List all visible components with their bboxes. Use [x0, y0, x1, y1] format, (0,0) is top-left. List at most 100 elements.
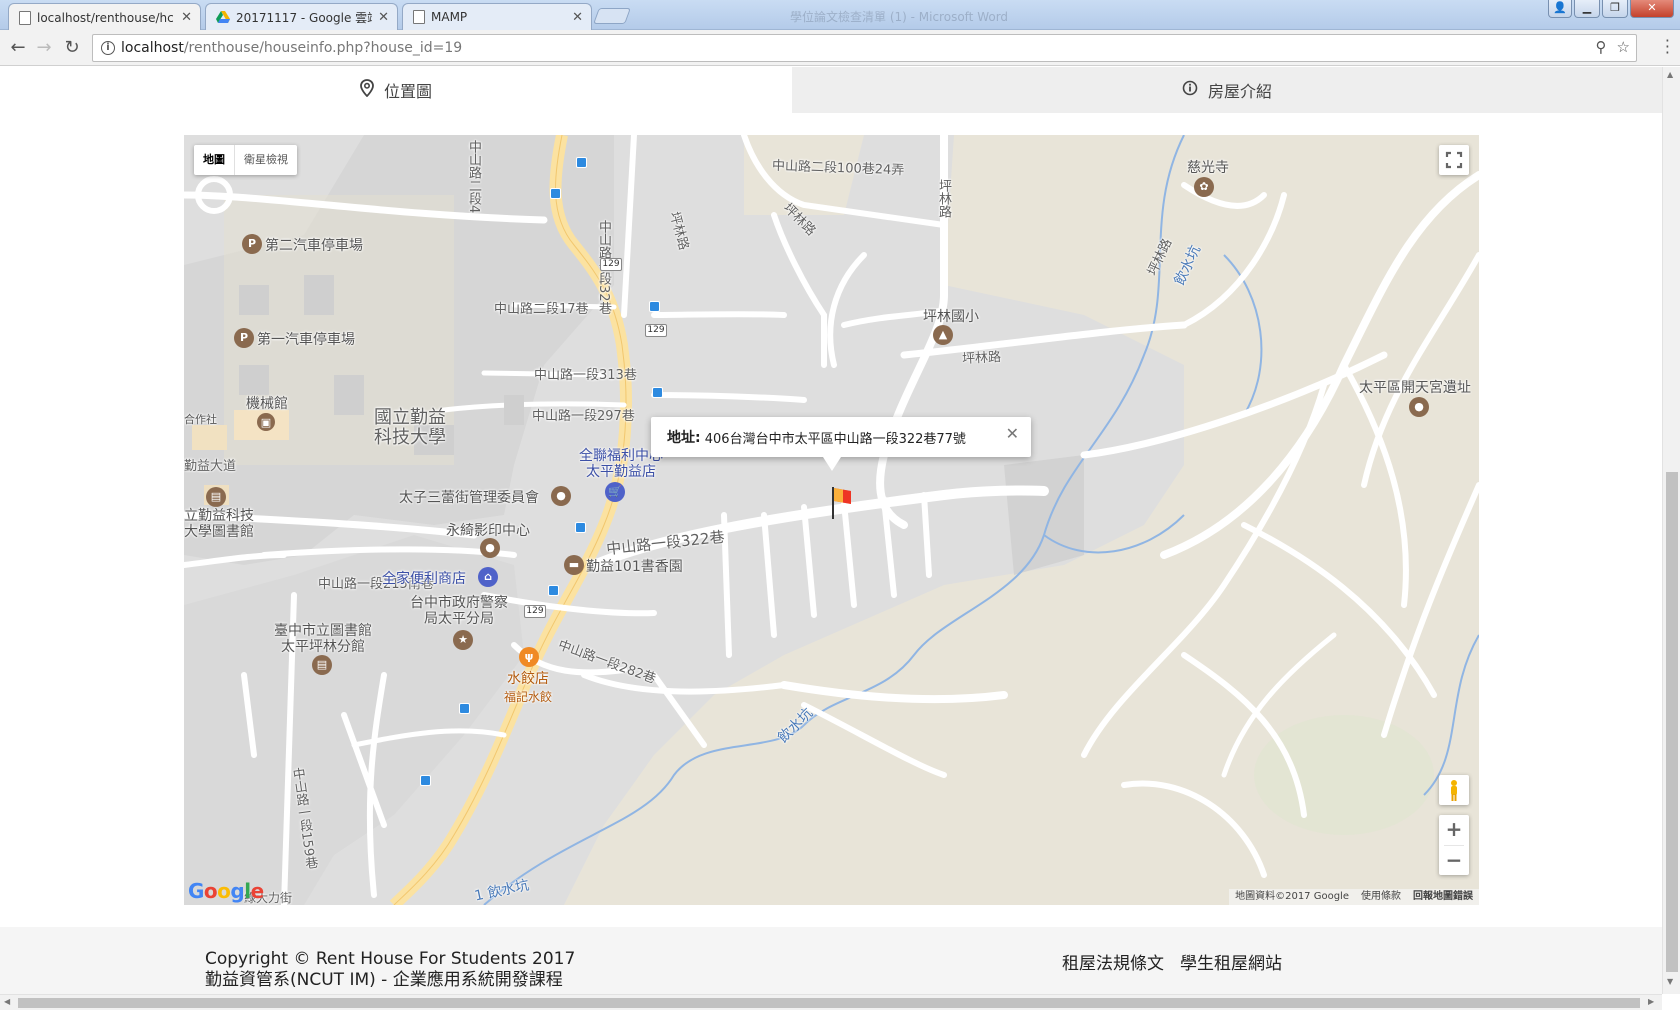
road-label: 中山路一段313巷	[534, 368, 637, 383]
address-label: 地址:	[667, 430, 701, 446]
parking-icon[interactable]: P	[234, 328, 254, 348]
forward-button[interactable]: →	[32, 36, 56, 60]
terms-link[interactable]: 使用條款	[1355, 889, 1407, 905]
poi-label: 太平區開天宮遺址	[1359, 380, 1471, 396]
bus-stop-icon[interactable]	[420, 775, 431, 786]
vertical-scrollbar[interactable]: ▲ ▼	[1662, 67, 1680, 994]
address-bar[interactable]: i localhost/renthouse/houseinfo.php?hous…	[92, 34, 1637, 62]
tab-location[interactable]: 位置圖	[0, 67, 792, 113]
window-controls: 👤 ▁ ❐ ✕	[1548, 0, 1674, 18]
convenience-store-icon[interactable]: ⌂	[478, 567, 498, 587]
poi-label: 坪林國小	[923, 309, 979, 325]
scroll-left-arrow-icon[interactable]: ◀	[4, 997, 10, 1006]
tab-house-intro-label: 房屋介紹	[1207, 82, 1272, 101]
close-icon[interactable]: ✕	[378, 10, 389, 25]
poi-label: 台中市政府警察 局太平分局	[410, 595, 508, 627]
url-host: localhost	[121, 40, 184, 56]
google-drive-icon	[216, 11, 230, 23]
zoom-magnifier-icon[interactable]: ⚲	[1596, 38, 1607, 56]
close-icon[interactable]: ✕	[1006, 424, 1019, 443]
user-icon[interactable]: 👤	[1548, 0, 1572, 18]
fullscreen-button[interactable]	[1439, 145, 1469, 175]
bus-stop-icon[interactable]	[649, 301, 660, 312]
map-pin-icon	[360, 79, 374, 101]
footer-link-rental-laws[interactable]: 租屋法規條文	[1062, 949, 1164, 974]
poi-label: 臺中市立圖書館 太平坪林分館	[274, 623, 372, 655]
poi-label: 第二汽車停車場	[265, 238, 363, 254]
road-label: 中山路一段297巷	[532, 409, 635, 424]
poi-label: 立勤益科技 大學圖書館	[184, 508, 254, 540]
house-flag-marker[interactable]	[831, 487, 853, 519]
browser-menu-icon[interactable]: · · ·	[1665, 33, 1670, 61]
bus-stop-icon[interactable]	[459, 703, 470, 714]
browser-tab-drive[interactable]: 20171117 - Google 雲端 ✕	[205, 3, 398, 30]
tab-title: localhost/renthouse/hc	[37, 10, 174, 25]
scroll-down-arrow-icon[interactable]: ▼	[1667, 977, 1673, 986]
page-tabs: 位置圖 房屋介紹	[0, 67, 1662, 113]
place-icon[interactable]: ●	[480, 538, 500, 558]
shopping-cart-icon[interactable]: 🛒	[605, 482, 625, 502]
library-icon[interactable]: ▤	[206, 487, 226, 507]
zoom-out-button[interactable]: −	[1439, 846, 1469, 876]
close-icon[interactable]: ✕	[572, 10, 583, 25]
road-label: 中山路二段17巷	[494, 302, 589, 317]
library-icon[interactable]: ▤	[312, 655, 332, 675]
police-icon[interactable]: ★	[453, 630, 473, 650]
close-icon[interactable]: ✕	[181, 10, 192, 25]
road-label: 坪林路	[961, 349, 1002, 368]
poi-label: 水餃店	[507, 671, 549, 687]
reload-button[interactable]: ↻	[60, 36, 84, 60]
scroll-up-arrow-icon[interactable]: ▲	[1667, 70, 1673, 79]
close-window-button[interactable]: ✕	[1630, 0, 1674, 18]
maximize-button[interactable]: ❐	[1602, 0, 1628, 18]
info-icon[interactable]: i	[101, 41, 115, 55]
info-circle-icon	[1182, 80, 1198, 100]
tab-location-label: 位置圖	[383, 82, 432, 101]
bookmark-star-icon[interactable]: ☆	[1617, 38, 1630, 56]
back-button[interactable]: ←	[6, 36, 30, 60]
bus-stop-icon[interactable]	[575, 522, 586, 533]
minimize-button[interactable]: ▁	[1574, 0, 1600, 18]
building-icon[interactable]: ▣	[257, 413, 275, 431]
scrollbar-thumb[interactable]	[1666, 472, 1678, 972]
route-shield: 129	[524, 605, 546, 618]
browser-tab-renthouse[interactable]: localhost/renthouse/hc ✕	[8, 3, 201, 31]
parking-icon[interactable]: P	[242, 234, 262, 254]
temple-icon[interactable]: ✿	[1194, 177, 1214, 197]
place-icon[interactable]: ●	[1409, 397, 1429, 417]
school-icon[interactable]: ▲	[933, 325, 953, 345]
new-tab-button[interactable]	[593, 8, 631, 24]
lodging-icon[interactable]: ▬	[564, 555, 584, 575]
tab-house-intro[interactable]: 房屋介紹	[792, 67, 1662, 113]
bus-stop-icon[interactable]	[550, 188, 561, 199]
road-label: 坪林路	[936, 179, 951, 218]
fullscreen-icon	[1445, 151, 1463, 169]
map-type-roadmap-button[interactable]: 地圖	[194, 145, 235, 175]
restaurant-icon[interactable]: ψ	[519, 647, 539, 667]
browser-tab-mamp[interactable]: MAMP ✕	[402, 3, 592, 30]
horizontal-scrollbar[interactable]: ◀ ▶	[0, 994, 1662, 1010]
street-view-pegman-button[interactable]	[1439, 775, 1469, 805]
campus-label: 國立勤益 科技大學	[374, 407, 446, 448]
bus-stop-icon[interactable]	[576, 157, 587, 168]
report-error-link[interactable]: 回報地圖錯誤	[1407, 889, 1479, 905]
google-logo[interactable]: Google	[188, 879, 264, 903]
scroll-right-arrow-icon[interactable]: ▶	[1648, 997, 1654, 1006]
google-map[interactable]: 中山路二段100巷24弄 坪林路 坪林路 坪林路 中山路一段32巷 中山路二段4…	[184, 135, 1479, 905]
bus-stop-icon[interactable]	[548, 585, 559, 596]
zoom-in-button[interactable]: +	[1439, 815, 1469, 845]
poi-label: 慈光寺	[1187, 160, 1229, 176]
place-icon[interactable]: ●	[551, 486, 571, 506]
address-value: 406台灣台中市太平區中山路一段322巷77號	[704, 431, 966, 447]
map-type-satellite-button[interactable]: 衛星檢視	[235, 145, 297, 175]
map-data-credit[interactable]: 地圖資料©2017 Google	[1229, 889, 1355, 905]
poi-sublabel: 福記水餃	[504, 690, 553, 704]
scrollbar-thumb[interactable]	[18, 998, 1640, 1008]
address-info-window: 地址: 406台灣台中市太平區中山路一段322巷77號 ✕	[651, 417, 1031, 471]
footer-link-student-rental[interactable]: 學生租屋網站	[1180, 949, 1282, 974]
page-icon	[413, 10, 425, 24]
poi-label: 永綺影印中心	[446, 523, 530, 539]
road-label: 勤益大道	[184, 459, 237, 474]
poi-label: 全家便利商店	[382, 571, 466, 587]
bus-stop-icon[interactable]	[652, 387, 663, 398]
